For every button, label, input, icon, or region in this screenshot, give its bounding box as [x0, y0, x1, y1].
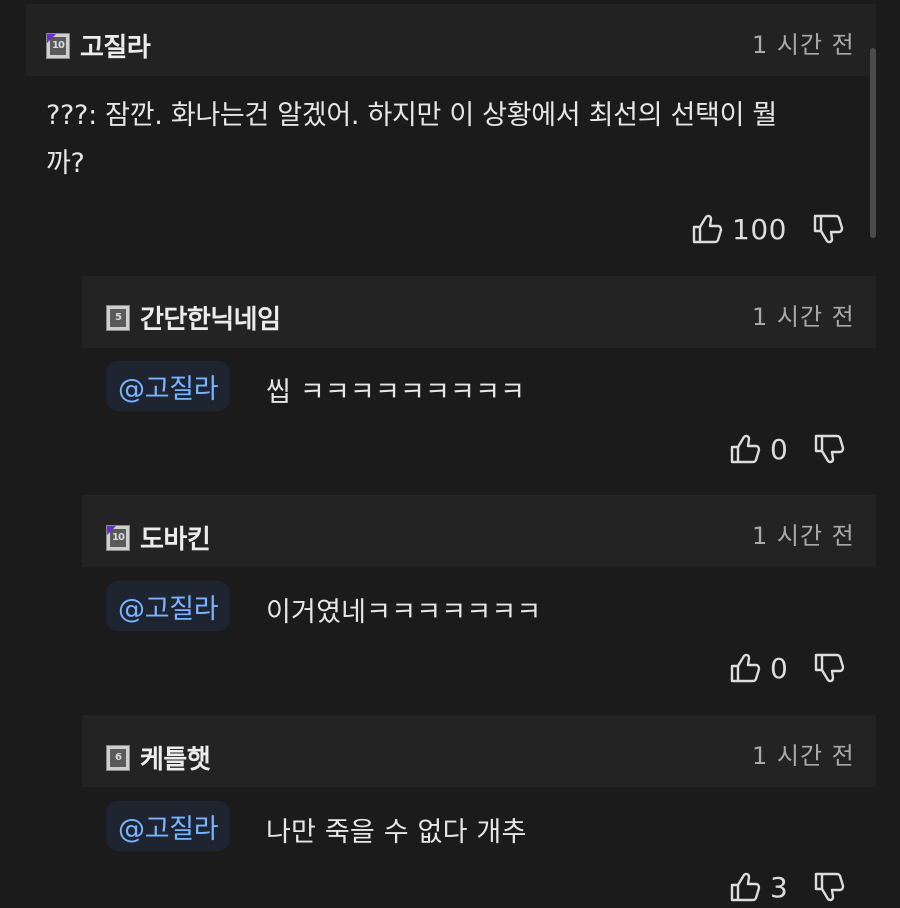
thumbs-down-icon[interactable] [812, 651, 846, 685]
reply-author[interactable]: 간단한닉네임 [140, 299, 281, 336]
thumbs-down-icon[interactable] [812, 870, 846, 904]
main-comment-body: ???: 잠깐. 화나는건 알겠어. 하지만 이 상황에서 최선의 선택이 뭘 … [46, 92, 876, 188]
like-count: 3 [770, 870, 789, 904]
like-count: 0 [770, 432, 789, 466]
thumbs-up-icon[interactable] [728, 870, 762, 904]
main-comment-header [26, 4, 876, 76]
level-badge-icon: 5 [106, 304, 130, 331]
main-comment-author-row[interactable]: 10 고질라 [46, 27, 151, 64]
reply-text: 이거였네ㅋㅋㅋㅋㅋㅋㅋ [266, 597, 542, 628]
main-comment-body-line1: ???: 잠깐. 화나는건 알겠어. 하지만 이 상황에서 최선의 선택이 뭘 [46, 100, 777, 131]
reply-author[interactable]: 도바킨 [140, 519, 211, 556]
reply-text: 씹 ㅋㅋㅋㅋㅋㅋㅋㅋㅋ [266, 377, 526, 408]
level-badge-icon: 10 [106, 524, 130, 551]
main-comment-body-line2: 까? [46, 148, 85, 179]
reply-time: 1 시간 전 [752, 742, 855, 770]
main-comment-time: 1 시간 전 [752, 31, 855, 59]
reply-votes: 0 [728, 432, 846, 466]
comment-thread: 10 고질라 1 시간 전 ???: 잠깐. 화나는건 알겠어. 하지만 이 상… [0, 0, 900, 908]
main-comment-author[interactable]: 고질라 [80, 27, 151, 64]
scrollbar[interactable] [870, 48, 876, 238]
thumbs-down-icon[interactable] [811, 212, 845, 246]
like-count: 0 [770, 651, 789, 685]
thumbs-up-icon[interactable] [728, 432, 762, 466]
thumbs-up-icon[interactable] [728, 651, 762, 685]
reply-author-row[interactable]: 5 간단한닉네임 [106, 299, 281, 336]
reply-author[interactable]: 케틀햇 [140, 739, 211, 776]
level-badge-icon: 10 [46, 32, 70, 59]
reply-text: 나만 죽을 수 없다 개추 [266, 817, 527, 848]
reply-time: 1 시간 전 [752, 303, 855, 331]
mention-tag[interactable]: @고질라 [106, 581, 231, 631]
reply-votes: 3 [728, 870, 846, 904]
reply-time: 1 시간 전 [752, 522, 855, 550]
thumbs-down-icon[interactable] [812, 432, 846, 466]
reply-author-row[interactable]: 10 도바킨 [106, 519, 211, 556]
thumbs-up-icon[interactable] [690, 212, 724, 246]
mention-tag[interactable]: @고질라 [106, 801, 231, 851]
level-badge-icon: 6 [106, 744, 130, 771]
main-comment-votes: 100 [690, 212, 845, 246]
reply-votes: 0 [728, 651, 846, 685]
like-count: 100 [732, 212, 787, 246]
mention-tag[interactable]: @고질라 [106, 361, 231, 411]
reply-author-row[interactable]: 6 케틀햇 [106, 739, 211, 776]
